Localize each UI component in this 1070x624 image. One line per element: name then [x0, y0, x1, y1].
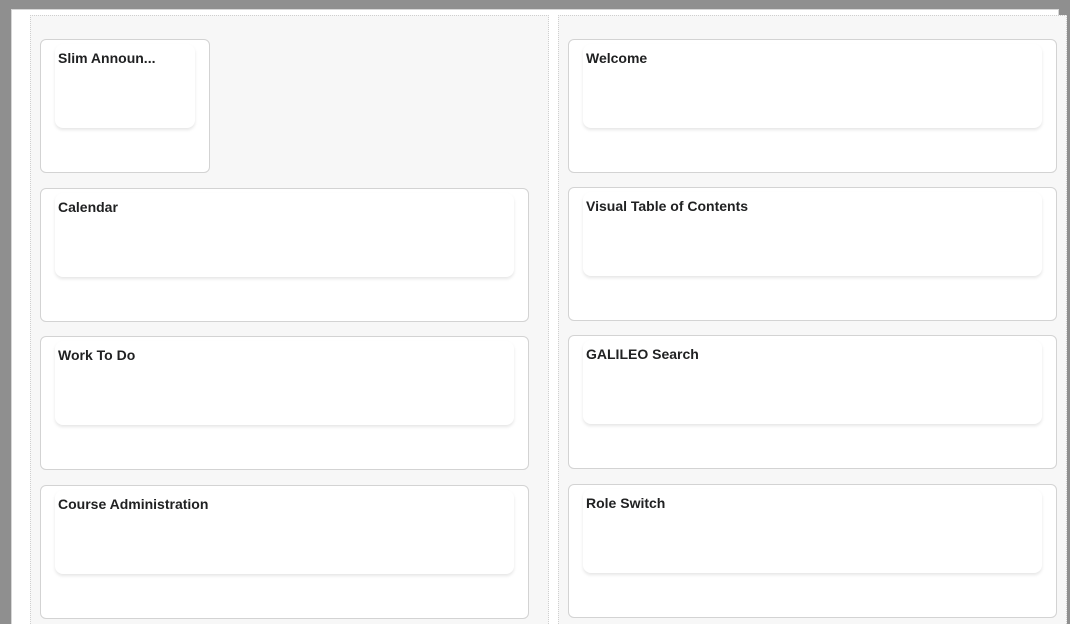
right-column-dropzone: Welcome Visual Table of Contents GALILEO… — [558, 15, 1067, 624]
widget-title: Course Administration — [58, 496, 209, 512]
widget-title: GALILEO Search — [586, 346, 699, 362]
homepage-layout-editor: Slim Announ... Calendar Work To Do Cours… — [11, 9, 1067, 624]
widget-slim-announcements[interactable]: Slim Announ... — [40, 39, 210, 173]
widget-title: Calendar — [58, 199, 118, 215]
widget-course-administration[interactable]: Course Administration — [40, 485, 529, 619]
widget-title: Role Switch — [586, 495, 666, 511]
widget-content-area — [583, 44, 1042, 128]
widget-visual-table-of-contents[interactable]: Visual Table of Contents — [568, 187, 1057, 321]
widget-title: Slim Announ... — [58, 50, 156, 66]
left-column-dropzone: Slim Announ... Calendar Work To Do Cours… — [30, 15, 549, 624]
widget-role-switch[interactable]: Role Switch — [568, 484, 1057, 618]
widget-title: Work To Do — [58, 347, 136, 363]
widget-work-to-do[interactable]: Work To Do — [40, 336, 529, 470]
widget-welcome[interactable]: Welcome — [568, 39, 1057, 173]
widget-content-area — [55, 193, 514, 277]
widget-calendar[interactable]: Calendar — [40, 188, 529, 322]
widget-title: Visual Table of Contents — [586, 198, 749, 214]
widget-title: Welcome — [586, 50, 648, 66]
widget-galileo-search[interactable]: GALILEO Search — [568, 335, 1057, 469]
